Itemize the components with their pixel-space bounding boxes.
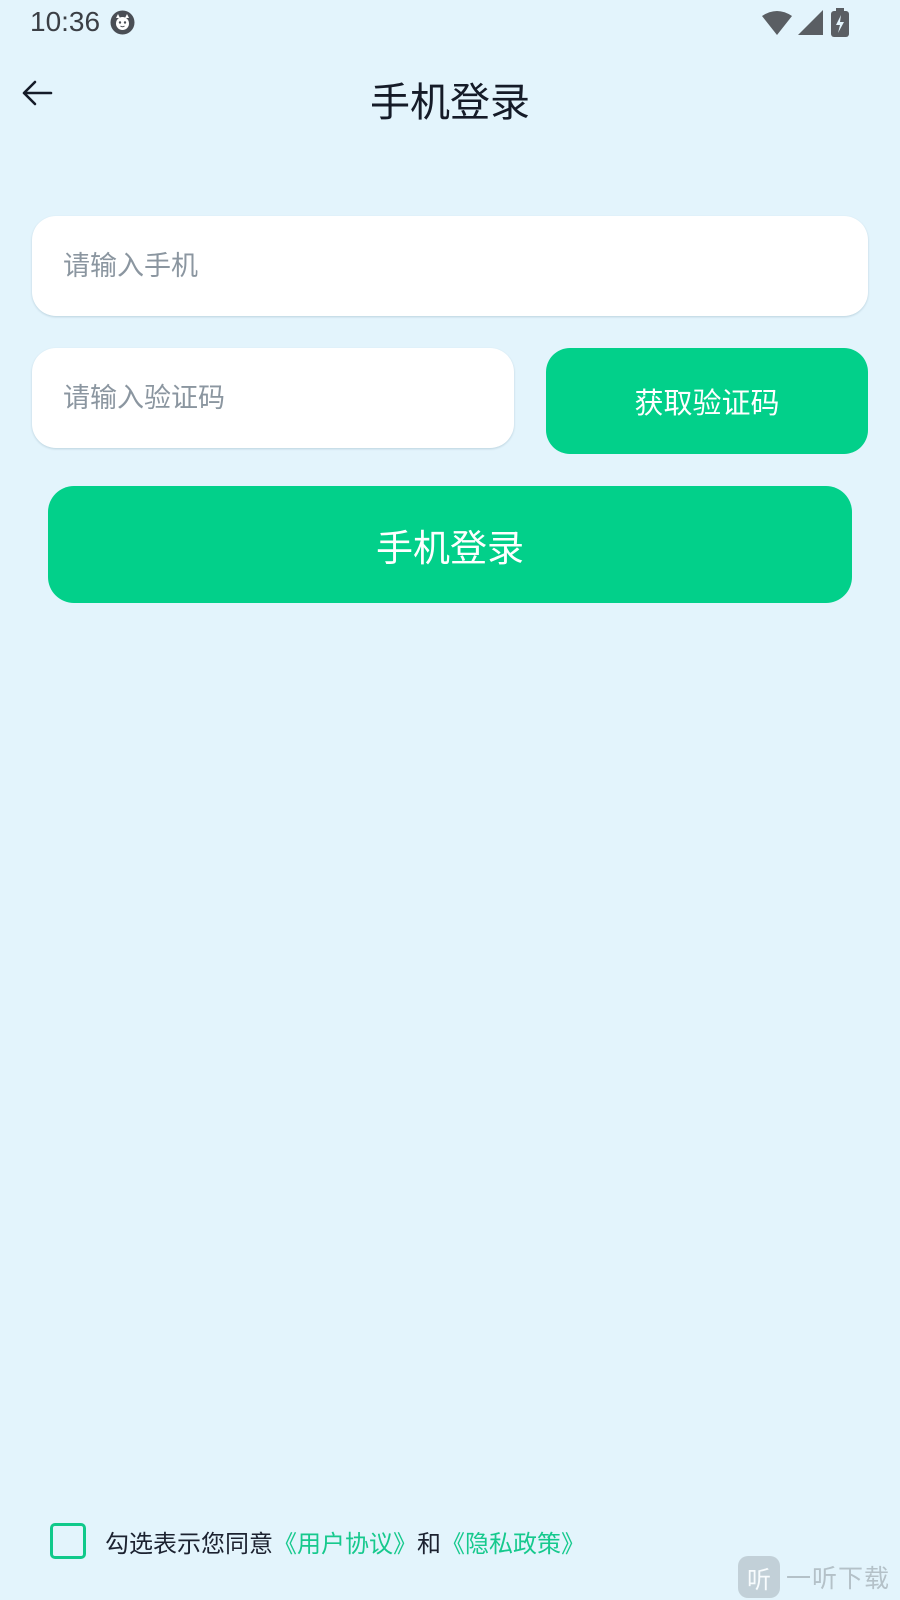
watermark-logo: 听	[738, 1556, 780, 1598]
cat-face-icon	[110, 10, 135, 35]
wifi-icon	[762, 10, 792, 36]
agree-checkbox[interactable]	[50, 1523, 86, 1559]
page-title: 手机登录	[370, 80, 530, 126]
verification-code-input[interactable]	[32, 348, 514, 448]
agreement-prefix: 勾选表示您同意	[105, 1529, 273, 1558]
status-bar: 10:36	[0, 0, 900, 48]
login-button[interactable]: 手机登录	[48, 486, 852, 603]
agreement-row: 勾选表示您同意 《用户协议》 和 《隐私政策》	[50, 1522, 585, 1560]
watermark: 听 一听下载	[738, 1554, 900, 1600]
header: 手机登录	[0, 60, 900, 130]
get-code-button[interactable]: 获取验证码	[546, 348, 868, 454]
status-icons	[762, 8, 850, 38]
code-field-container	[32, 348, 514, 448]
agreement-conjunction: 和	[417, 1529, 441, 1558]
phone-input[interactable]	[32, 216, 868, 316]
privacy-policy-link[interactable]: 《隐私政策》	[441, 1524, 585, 1559]
battery-charging-icon	[830, 8, 850, 38]
signal-icon	[798, 10, 824, 36]
phone-field-container	[32, 216, 868, 316]
user-agreement-link[interactable]: 《用户协议》	[273, 1524, 417, 1559]
watermark-text: 一听下载	[786, 1564, 891, 1593]
status-time: 10:36	[30, 6, 101, 37]
